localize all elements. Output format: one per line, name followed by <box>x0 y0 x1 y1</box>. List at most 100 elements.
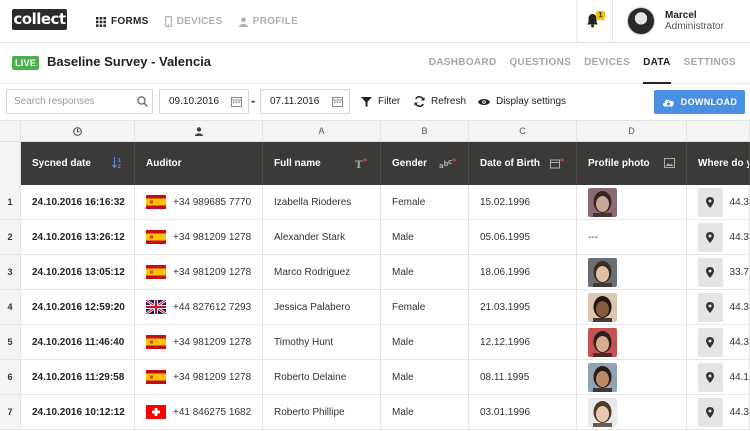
header-date-of-birth[interactable]: Date of Birth * <box>469 142 577 185</box>
map-thumbnail[interactable] <box>698 327 723 357</box>
map-thumbnail[interactable] <box>698 257 723 287</box>
header-synced-date[interactable]: Sycned date 12 <box>21 142 135 185</box>
date-from-value: 09.10.2016 <box>169 96 220 107</box>
search-input[interactable] <box>6 89 153 114</box>
column-letter: D <box>577 121 687 141</box>
top-bar: collect FORMS DEVICES PROFILE 1 Marcel A… <box>0 0 750 43</box>
map-thumbnail[interactable] <box>698 397 723 427</box>
column-letter-clock <box>21 121 135 141</box>
refresh-label: Refresh <box>431 96 467 107</box>
map-thumbnail[interactable] <box>698 222 723 252</box>
profile-photo-cell: --- <box>577 220 687 254</box>
row-index: 1 <box>0 185 21 219</box>
nav-profile[interactable]: PROFILE <box>238 16 298 27</box>
header-profile-photo[interactable]: Profile photo <box>577 142 687 185</box>
nav-devices[interactable]: DEVICES <box>164 16 223 27</box>
location-cell: 44.3 <box>687 220 750 254</box>
tab-data[interactable]: DATA <box>643 57 671 84</box>
photo-empty: --- <box>588 231 598 243</box>
svg-text:T: T <box>355 160 363 169</box>
user-icon <box>194 126 203 136</box>
profile-photo-cell <box>577 185 687 219</box>
header-auditor[interactable]: Auditor <box>135 142 263 185</box>
header-location[interactable]: Where do y <box>687 142 750 185</box>
map-pin-icon <box>706 231 715 243</box>
location-cell: 44.3 <box>687 325 750 359</box>
table-row[interactable]: 6 24.10.2016 11:29:58 +34 981209 1278 Rober… <box>0 360 750 395</box>
gender-cell: Male <box>381 325 469 359</box>
display-settings-label: Display settings <box>496 96 567 107</box>
user-menu[interactable]: Marcel Administrator <box>627 7 724 35</box>
toolbar: 09.10.2016 - 07.11.2016 Filter Refresh D… <box>0 84 750 121</box>
header-label: Date of Birth <box>480 158 540 169</box>
full-name-cell: Roberto Phillipe <box>263 395 381 429</box>
date-to-field[interactable]: 07.11.2016 <box>260 89 350 114</box>
dob-cell: 03.01.1996 <box>469 395 577 429</box>
map-pin-icon <box>706 406 715 418</box>
table-row[interactable]: 5 24.10.2016 11:46:40 +34 981209 1278 Timot… <box>0 325 750 360</box>
profile-photo[interactable] <box>588 397 617 427</box>
ch-flag-icon <box>146 405 166 419</box>
tab-questions[interactable]: QUESTIONS <box>509 57 571 68</box>
date-type-icon: * <box>550 158 565 169</box>
app-logo[interactable]: collect <box>12 9 67 30</box>
header-gender[interactable]: Gender a b c * <box>381 142 469 185</box>
svg-text:*: * <box>363 158 368 166</box>
tab-dashboard[interactable]: DASHBOARD <box>429 57 497 68</box>
es-flag-icon <box>146 195 166 209</box>
table-row[interactable]: 7 24.10.2016 10:12:12 +41 846275 1682 Rober… <box>0 395 750 430</box>
column-letter: C <box>469 121 577 141</box>
header-full-name[interactable]: Full name T * <box>263 142 381 185</box>
tab-devices[interactable]: DEVICES <box>584 57 630 68</box>
profile-photo[interactable] <box>588 362 617 392</box>
gender-cell: Male <box>381 220 469 254</box>
table-row[interactable]: 3 24.10.2016 13:05:12 +34 981209 1278 Marco… <box>0 255 750 290</box>
notification-badge: 1 <box>596 11 605 20</box>
profile-photo[interactable] <box>588 187 617 217</box>
clock-icon <box>73 126 82 136</box>
es-flag-icon <box>146 230 166 244</box>
header-row: Sycned date 12 Auditor Full name T * Gend… <box>0 142 750 185</box>
map-pin-icon <box>706 336 715 348</box>
tab-settings[interactable]: SETTINGS <box>684 57 736 68</box>
profile-photo[interactable] <box>588 327 617 357</box>
table-row[interactable]: 4 24.10.2016 12:59:20 +44 827612 7293 Jessi… <box>0 290 750 325</box>
auditor-phone: +34 981209 1278 <box>173 336 252 348</box>
location-value: 44.3 <box>729 196 749 208</box>
survey-header: LIVE Baseline Survey - Valencia DASHBOAR… <box>0 43 750 84</box>
date-from-field[interactable]: 09.10.2016 <box>159 89 249 114</box>
auditor-cell: +44 827612 7293 <box>135 290 263 324</box>
user-icon <box>238 16 248 27</box>
column-letter <box>687 121 750 141</box>
profile-photo[interactable] <box>588 257 617 287</box>
map-thumbnail[interactable] <box>698 362 723 392</box>
filter-button[interactable]: Filter <box>361 96 400 107</box>
nav-forms[interactable]: FORMS <box>96 16 149 27</box>
filter-label: Filter <box>378 96 401 107</box>
map-thumbnail[interactable] <box>698 187 723 217</box>
sort-icon[interactable]: 12 <box>112 157 123 169</box>
search-icon <box>137 96 148 107</box>
dob-cell: 21.03.1995 <box>469 290 577 324</box>
status-badge: LIVE <box>12 56 40 70</box>
download-button[interactable]: DOWNLOAD <box>654 90 745 114</box>
page-title: Baseline Survey - Valencia <box>47 54 212 69</box>
table-row[interactable]: 1 24.10.2016 16:16:32 +34 989685 7770 Izabe… <box>0 185 750 220</box>
header-label: Auditor <box>146 158 182 169</box>
location-cell: 44.3 <box>687 290 750 324</box>
profile-photo-cell <box>577 360 687 394</box>
map-pin-icon <box>706 266 715 278</box>
map-thumbnail[interactable] <box>698 292 723 322</box>
image-type-icon <box>664 158 675 168</box>
profile-photo[interactable] <box>588 292 617 322</box>
text-type-icon: T * <box>355 158 368 169</box>
notifications-button[interactable]: 1 <box>576 0 613 43</box>
svg-text:*: * <box>560 158 565 166</box>
header-corner <box>0 142 21 185</box>
calendar-icon <box>231 97 242 107</box>
refresh-button[interactable]: Refresh <box>414 96 466 107</box>
display-settings-button[interactable]: Display settings <box>478 96 566 107</box>
header-label: Gender <box>392 158 428 169</box>
table-row[interactable]: 2 24.10.2016 13:26:12 +34 981209 1278 Alexa… <box>0 220 750 255</box>
location-value: 33.7 <box>729 266 749 278</box>
